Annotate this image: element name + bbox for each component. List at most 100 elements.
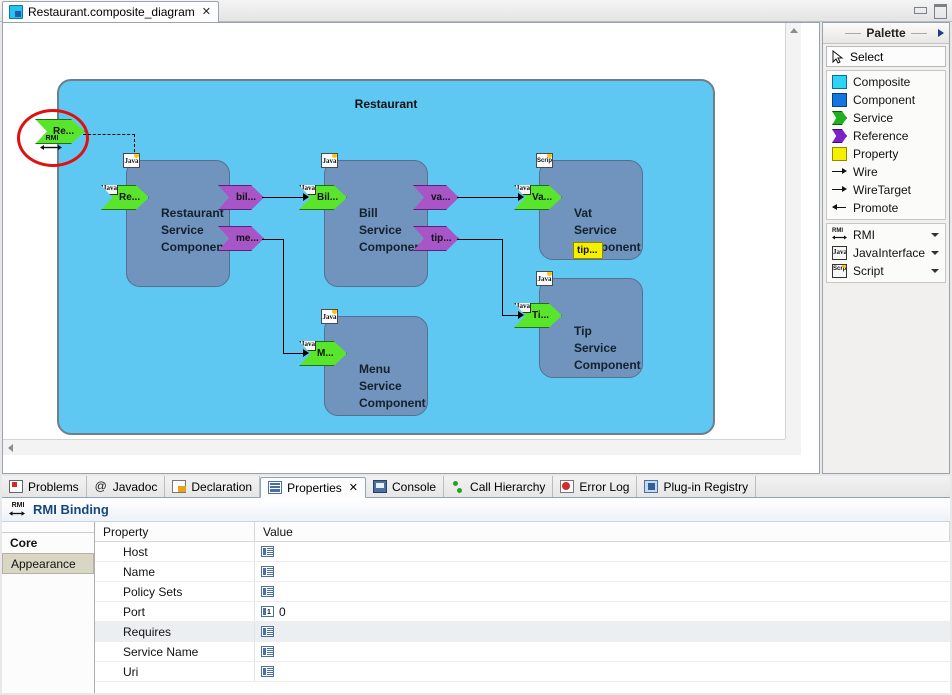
table-row[interactable]: Requires bbox=[95, 622, 950, 642]
tab-declaration[interactable]: Declaration bbox=[165, 476, 261, 497]
palette-item-wiretarget[interactable]: WireTarget bbox=[827, 181, 945, 199]
scroll-left-icon[interactable] bbox=[8, 444, 13, 452]
property-name: Uri bbox=[95, 662, 255, 681]
palette-title: Palette bbox=[866, 26, 906, 40]
editor-tab-bar: Restaurant.composite_diagram ✕ bbox=[0, 0, 952, 22]
property-value-cell[interactable] bbox=[255, 622, 950, 641]
editor-tab-restaurant-composite-diagram[interactable]: Restaurant.composite_diagram ✕ bbox=[2, 1, 219, 22]
console-icon bbox=[373, 480, 388, 493]
palette-item-component[interactable]: Component bbox=[827, 91, 945, 109]
close-icon[interactable]: ✕ bbox=[200, 6, 211, 18]
property-value-cell[interactable] bbox=[255, 642, 950, 661]
canvas-vertical-scrollbar[interactable] bbox=[785, 23, 801, 455]
component-bill-service-component[interactable]: Java Bill Service Component bbox=[321, 153, 428, 287]
table-row[interactable]: Host bbox=[95, 542, 950, 562]
palette-item-property[interactable]: Property bbox=[827, 145, 945, 163]
palette-item-promote[interactable]: Promote bbox=[827, 199, 945, 217]
port-label: Re... bbox=[119, 192, 141, 203]
palette-item-label: Wire bbox=[853, 165, 878, 179]
scroll-up-icon[interactable] bbox=[790, 28, 798, 33]
palette-collapse-icon[interactable] bbox=[938, 29, 944, 37]
properties-body: Core Appearance Property Value Host Name bbox=[2, 522, 950, 693]
tab-label: Plug-in Registry bbox=[663, 479, 749, 494]
property-value-cell[interactable] bbox=[255, 562, 950, 581]
call-hierarchy-icon bbox=[451, 480, 465, 493]
palette-item-reference[interactable]: Reference bbox=[827, 127, 945, 145]
tab-problems[interactable]: Problems bbox=[2, 476, 87, 497]
table-row[interactable]: Port 0 bbox=[95, 602, 950, 622]
tab-error-log[interactable]: Error Log bbox=[553, 476, 638, 497]
text-field-icon bbox=[261, 546, 274, 557]
wire-restaurant-menu bbox=[262, 239, 284, 240]
properties-tab-core[interactable]: Core bbox=[2, 532, 94, 553]
text-field-icon bbox=[261, 666, 274, 677]
declaration-icon bbox=[172, 480, 187, 493]
property-name: Host bbox=[95, 542, 255, 561]
property-value-cell[interactable] bbox=[255, 582, 950, 601]
tab-call-hierarchy[interactable]: Call Hierarchy bbox=[444, 476, 554, 497]
diagram-canvas[interactable]: Restaurant Re... RMI Java Restaurant Ser… bbox=[3, 23, 801, 455]
wire-bill-vat bbox=[457, 197, 523, 198]
java-interface-icon: Java bbox=[536, 271, 553, 286]
property-tip[interactable]: tip... bbox=[573, 242, 603, 259]
palette-item-script[interactable]: Scrpt Script bbox=[827, 262, 945, 280]
rmi-arrow-icon bbox=[40, 145, 62, 150]
composite-title: Restaurant bbox=[354, 97, 418, 111]
component-label: Tip Service Component bbox=[574, 324, 641, 372]
tab-properties[interactable]: Properties ✕ bbox=[260, 477, 367, 498]
component-tip-service-component[interactable]: Java Tip Service Component bbox=[536, 271, 643, 378]
cursor-icon bbox=[832, 49, 844, 64]
property-name: Name bbox=[95, 562, 255, 581]
palette-item-service[interactable]: Service bbox=[827, 109, 945, 127]
wire-bill-tip bbox=[502, 239, 503, 315]
palette-item-select[interactable]: Select bbox=[826, 46, 946, 67]
port-label: Bil... bbox=[317, 192, 339, 203]
chevron-down-icon[interactable] bbox=[931, 251, 939, 255]
properties-tab-appearance[interactable]: Appearance bbox=[2, 553, 94, 574]
close-icon[interactable]: ✕ bbox=[347, 481, 358, 494]
script-icon: Scrip bbox=[536, 153, 553, 168]
canvas-horizontal-scrollbar[interactable] bbox=[3, 439, 801, 455]
tab-console[interactable]: Console bbox=[366, 476, 445, 497]
rmi-binding-icon[interactable]: RMI bbox=[39, 135, 65, 152]
text-field-icon bbox=[261, 586, 274, 597]
palette-item-composite[interactable]: Composite bbox=[827, 73, 945, 91]
chevron-down-icon[interactable] bbox=[931, 269, 939, 273]
tab-label: Console bbox=[392, 479, 437, 494]
component-menu-service-component[interactable]: Java Menu Service Component bbox=[321, 309, 428, 416]
rmi-arrow-icon bbox=[9, 511, 25, 516]
component-restaurant-service-component[interactable]: Java Restaurant Service Component bbox=[123, 153, 230, 287]
tab-javadoc[interactable]: @ Javadoc bbox=[87, 476, 166, 497]
tab-label: Declaration bbox=[191, 479, 253, 494]
script-icon: Scrpt bbox=[832, 264, 847, 278]
maximize-icon[interactable] bbox=[933, 3, 947, 19]
rmi-icon: RMI bbox=[9, 502, 27, 517]
palette-group-main: Composite Component Service Reference Pr… bbox=[826, 70, 946, 220]
property-swatch-icon bbox=[832, 147, 847, 161]
promote-icon bbox=[832, 201, 847, 215]
palette-item-rmi[interactable]: RMI RMI bbox=[827, 226, 945, 244]
promote-wire-segment bbox=[83, 134, 135, 135]
reference-swatch-icon bbox=[832, 129, 847, 143]
bottom-view-stack: Problems @ Javadoc Declaration Propertie… bbox=[2, 476, 950, 693]
property-value-cell[interactable] bbox=[255, 662, 950, 681]
table-row[interactable]: Service Name bbox=[95, 642, 950, 662]
view-tab-bar: Problems @ Javadoc Declaration Propertie… bbox=[2, 476, 950, 498]
properties-icon bbox=[268, 481, 283, 494]
palette-item-wire[interactable]: Wire bbox=[827, 163, 945, 181]
palette-item-javainterface[interactable]: Java JavaInterface bbox=[827, 244, 945, 262]
palette-item-label: Promote bbox=[853, 201, 899, 215]
table-row[interactable]: Uri bbox=[95, 662, 950, 682]
chevron-down-icon[interactable] bbox=[931, 233, 939, 237]
property-value-cell[interactable]: 0 bbox=[255, 602, 950, 621]
property-value-cell[interactable] bbox=[255, 542, 950, 561]
divider bbox=[910, 32, 927, 34]
table-row[interactable]: Policy Sets bbox=[95, 582, 950, 602]
javadoc-icon: @ bbox=[94, 479, 107, 493]
palette-group-bindings: RMI RMI Java JavaInterface Scrpt Script bbox=[826, 223, 946, 283]
table-row[interactable]: Name bbox=[95, 562, 950, 582]
tab-plugin-registry[interactable]: Plug-in Registry bbox=[637, 476, 757, 497]
minimize-icon[interactable] bbox=[913, 3, 927, 16]
rmi-binding-label: RMI bbox=[45, 135, 59, 142]
table-header-row: Property Value bbox=[95, 522, 950, 542]
